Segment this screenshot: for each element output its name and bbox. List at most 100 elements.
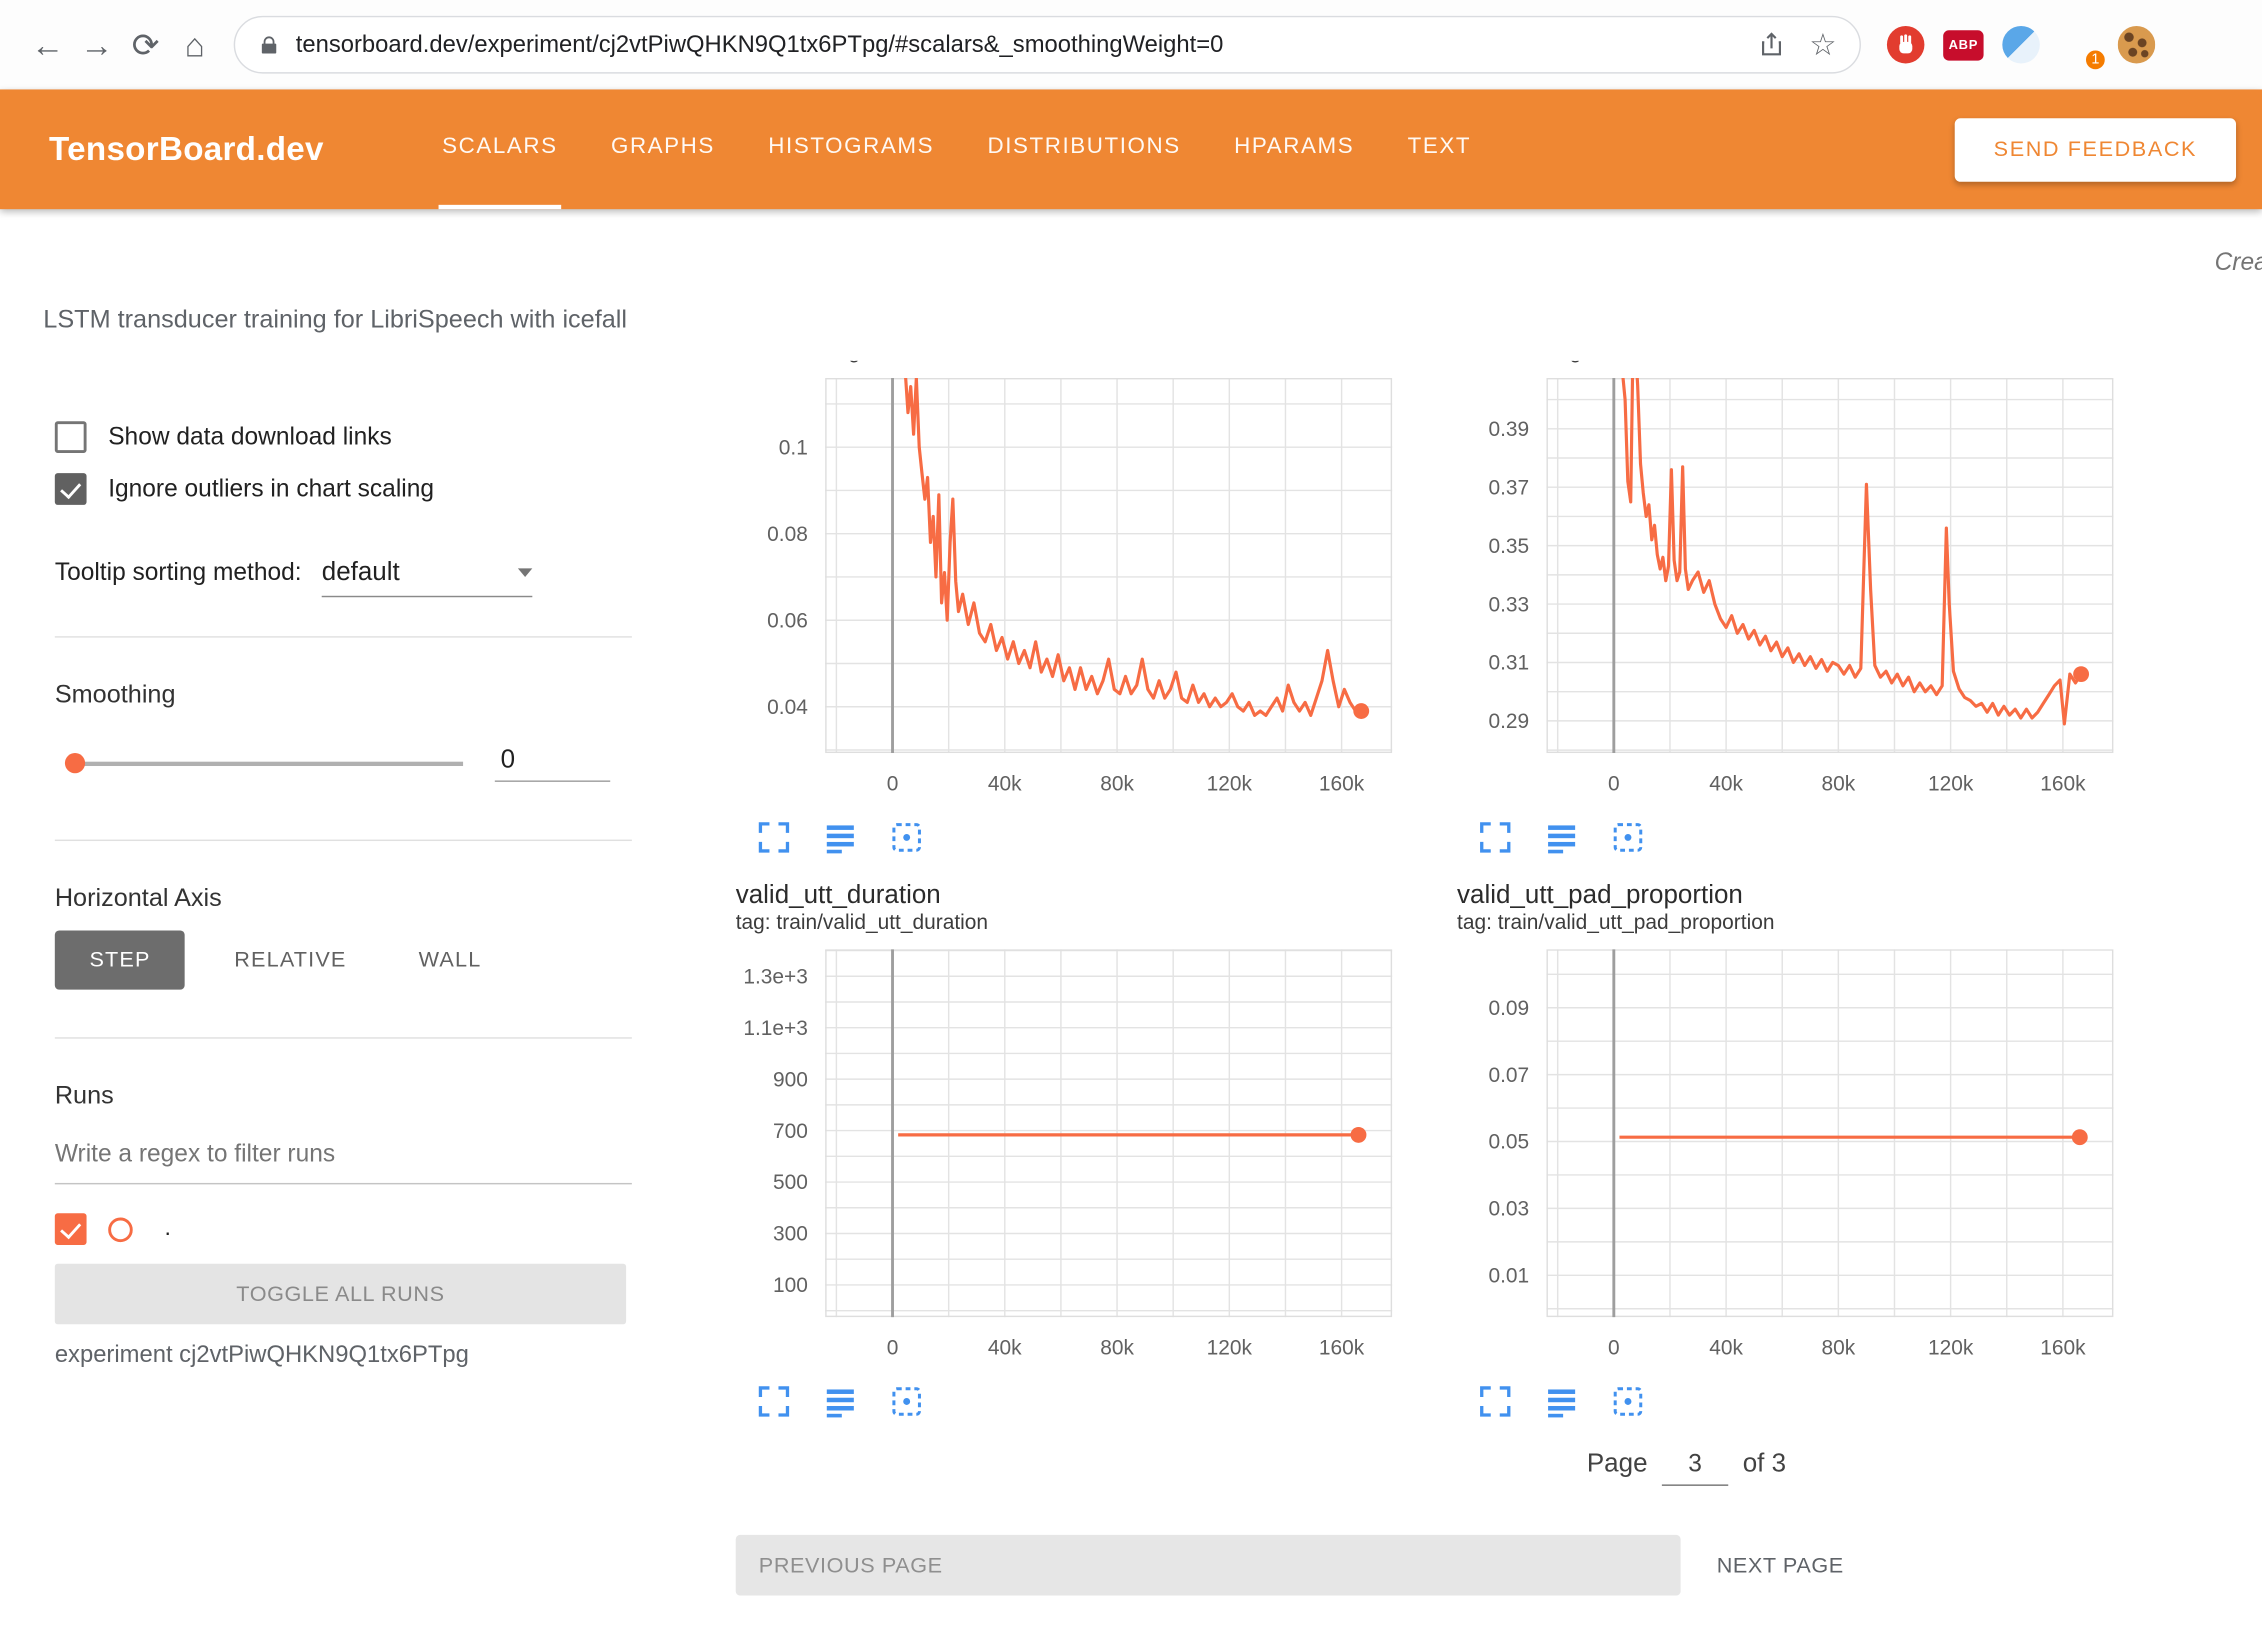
dropdown-value: default <box>322 557 400 587</box>
divider <box>55 840 632 841</box>
avatar-badge: 1 <box>2085 49 2107 71</box>
app-header: TensorBoard.dev SCALARS GRAPHS HISTOGRAM… <box>0 89 2262 209</box>
svg-text:0.29: 0.29 <box>1488 710 1529 733</box>
svg-text:160k: 160k <box>2040 1337 2086 1360</box>
slider-thumb[interactable] <box>65 753 85 773</box>
svg-text:120k: 120k <box>1207 773 1253 796</box>
scalar-chart-card: tag: train/… 0.290.310.330.350.370.39040… <box>1443 361 2125 857</box>
tab-histograms[interactable]: HISTOGRAMS <box>765 89 937 209</box>
scalar-chart-card: valid_utt_duration tag: train/valid_utt_… <box>721 880 1403 1421</box>
svg-text:160k: 160k <box>1319 773 1365 796</box>
axis-wall-button[interactable]: WALL <box>396 930 505 989</box>
tab-distributions[interactable]: DISTRIBUTIONS <box>985 89 1184 209</box>
chart-tag: tag: train/valid_utt_duration <box>721 912 1403 941</box>
lock-icon <box>258 34 280 56</box>
run-row[interactable]: . <box>55 1213 632 1245</box>
refresh-icon[interactable]: ⟳ <box>121 25 170 64</box>
created-text-clipped: Crea <box>2215 248 2262 277</box>
fit-domain-icon[interactable] <box>1610 1383 1646 1419</box>
checkbox[interactable] <box>55 473 87 505</box>
svg-text:120k: 120k <box>1928 773 1974 796</box>
chart-runs-icon[interactable] <box>822 1383 858 1419</box>
forward-icon[interactable]: → <box>72 25 121 64</box>
scalar-line-chart[interactable]: 0.010.030.050.070.09040k80k120k160k <box>1443 949 2125 1372</box>
chart-title: valid_utt_duration <box>721 880 1403 912</box>
svg-text:160k: 160k <box>2040 773 2086 796</box>
smoothing-value-field[interactable]: 0 <box>495 744 610 782</box>
tab-scalars[interactable]: SCALARS <box>439 89 560 209</box>
axis-step-button[interactable]: STEP <box>55 930 185 989</box>
tooltip-sorting-row: Tooltip sorting method: default <box>55 557 632 597</box>
toggle-all-runs-button[interactable]: TOGGLE ALL RUNS <box>55 1264 626 1325</box>
slider-track[interactable] <box>75 762 463 766</box>
fit-domain-icon[interactable] <box>889 1383 925 1419</box>
home-icon[interactable]: ⌂ <box>170 25 219 64</box>
extension-adblock-icon[interactable] <box>1887 26 1925 64</box>
svg-text:0: 0 <box>1608 1337 1620 1360</box>
chart-runs-icon[interactable] <box>1544 819 1580 855</box>
svg-text:500: 500 <box>773 1171 808 1194</box>
svg-text:80k: 80k <box>1100 1337 1134 1360</box>
horizontal-axis-options: STEP RELATIVE WALL <box>55 930 632 989</box>
page-number-input[interactable] <box>1662 1447 1728 1486</box>
charts-panel: tag: train/… 0.040.060.080.1040k80k120k1… <box>692 361 2262 1636</box>
divider <box>55 1037 632 1038</box>
expand-chart-icon[interactable] <box>756 819 792 855</box>
extension-abp-icon[interactable]: ABP <box>1943 30 1983 60</box>
send-feedback-button[interactable]: SEND FEEDBACK <box>1955 118 2236 181</box>
runs-filter-input[interactable] <box>55 1131 632 1184</box>
svg-text:120k: 120k <box>1928 1337 1974 1360</box>
expand-chart-icon[interactable] <box>1477 1383 1513 1419</box>
svg-text:1.3e+3: 1.3e+3 <box>743 965 808 988</box>
experiment-id-label: experiment cj2vtPiwQHKN9Q1tx6PTpg <box>55 1342 632 1369</box>
tab-hparams[interactable]: HPARAMS <box>1231 89 1357 209</box>
settings-sidebar: Show data download links Ignore outliers… <box>0 361 692 1636</box>
svg-text:0.08: 0.08 <box>767 523 808 546</box>
chart-runs-icon[interactable] <box>822 819 858 855</box>
svg-text:0: 0 <box>887 1337 899 1360</box>
scalar-line-chart[interactable]: 1003005007009001.1e+31.3e+3040k80k120k16… <box>721 949 1403 1372</box>
svg-text:0.09: 0.09 <box>1488 997 1529 1020</box>
run-checkbox[interactable] <box>55 1213 87 1245</box>
chart-toolbar <box>756 1381 1404 1421</box>
scalar-line-chart[interactable]: 0.290.310.330.350.370.39040k80k120k160k <box>1443 378 2125 808</box>
page-of-label: of 3 <box>1743 1448 1786 1478</box>
cookie-icon[interactable] <box>2118 26 2156 64</box>
svg-text:80k: 80k <box>1821 1337 1855 1360</box>
expand-chart-icon[interactable] <box>756 1383 792 1419</box>
scalar-chart-card: tag: train/… 0.040.060.080.1040k80k120k1… <box>721 361 1403 857</box>
address-bar[interactable]: tensorboard.dev/experiment/cj2vtPiwQHKN9… <box>234 16 1861 74</box>
url-text[interactable]: tensorboard.dev/experiment/cj2vtPiwQHKN9… <box>296 31 1742 58</box>
expand-chart-icon[interactable] <box>1477 819 1513 855</box>
axis-relative-button[interactable]: RELATIVE <box>211 930 369 989</box>
back-icon[interactable]: ← <box>23 25 72 64</box>
show-download-links-option[interactable]: Show data download links <box>55 421 632 453</box>
fit-domain-icon[interactable] <box>889 819 925 855</box>
experiment-header: Crea LSTM transducer training for LibriS… <box>0 209 2262 360</box>
page-navigation: PREVIOUS PAGE NEXT PAGE <box>736 1535 2262 1596</box>
checkbox[interactable] <box>55 421 87 453</box>
experiment-title: LSTM transducer training for LibriSpeech… <box>43 304 627 334</box>
svg-text:1.1e+3: 1.1e+3 <box>743 1017 808 1040</box>
chevron-down-icon <box>518 568 532 577</box>
runs-label: Runs <box>55 1081 632 1111</box>
scalar-line-chart[interactable]: 0.040.060.080.1040k80k120k160k <box>721 378 1403 808</box>
svg-text:0.04: 0.04 <box>767 696 808 719</box>
profile-avatar[interactable]: 1 <box>2059 25 2099 65</box>
tab-graphs[interactable]: GRAPHS <box>608 89 718 209</box>
svg-text:100: 100 <box>773 1274 808 1297</box>
divider <box>55 636 632 637</box>
fit-domain-icon[interactable] <box>1610 819 1646 855</box>
extension-icon[interactable] <box>2002 26 2040 64</box>
tab-text[interactable]: TEXT <box>1405 89 1474 209</box>
chart-tag: tag: train/… <box>721 361 1403 370</box>
bookmark-star-icon[interactable]: ☆ <box>1809 27 1836 63</box>
chart-runs-icon[interactable] <box>1544 1383 1580 1419</box>
svg-text:700: 700 <box>773 1120 808 1143</box>
previous-page-button[interactable]: PREVIOUS PAGE <box>736 1535 1681 1596</box>
share-icon[interactable] <box>1757 30 1786 59</box>
next-page-button[interactable]: NEXT PAGE <box>1717 1553 1844 1578</box>
tooltip-sorting-dropdown[interactable]: default <box>322 557 533 597</box>
smoothing-slider[interactable] <box>55 752 463 775</box>
ignore-outliers-option[interactable]: Ignore outliers in chart scaling <box>55 473 632 505</box>
